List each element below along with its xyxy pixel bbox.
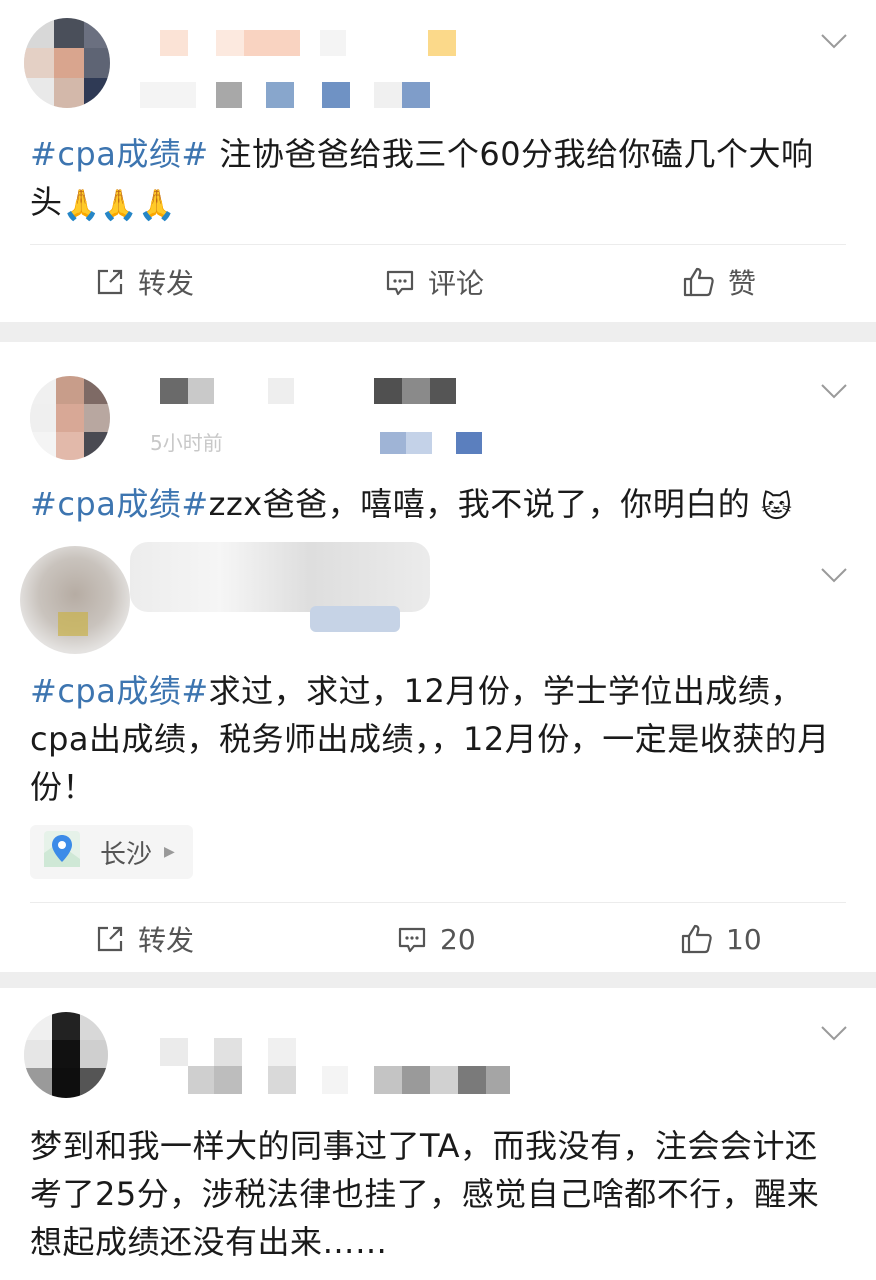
post-meta-blurred: 5小时前	[150, 430, 490, 456]
chevron-down-icon[interactable]	[820, 1024, 848, 1044]
chevron-down-icon[interactable]	[820, 32, 848, 52]
like-button[interactable]: 10	[680, 909, 762, 969]
action-bar: 转发 20 10	[0, 909, 876, 969]
post-time: 5小时前	[150, 431, 223, 455]
avatar[interactable]	[20, 546, 130, 654]
location-label: 长沙	[100, 839, 153, 870]
post-content: #cpa成绩# 注协爸爸给我三个60分我给你磕几个大响头🙏🙏🙏	[30, 130, 846, 230]
comment-icon	[384, 266, 416, 298]
cat-emoji: 🐱	[760, 490, 793, 525]
repost-label: 转发	[138, 267, 195, 300]
comment-button[interactable]: 20	[396, 909, 476, 969]
like-icon	[680, 922, 714, 956]
chevron-down-icon[interactable]	[820, 382, 848, 402]
post-card: 5小时前 #cpa成绩#zzx爸爸，嘻嘻，我不说了，你明白的 🐱 #cpa成绩#…	[0, 342, 876, 972]
feed-separator	[0, 322, 876, 342]
username-blurred[interactable]	[160, 28, 460, 58]
repost-button[interactable]: 转发	[94, 909, 194, 969]
topic-tag[interactable]: #cpa成绩#	[30, 135, 209, 173]
post-text: zzx爸爸，嘻嘻，我不说了，你明白的	[208, 485, 751, 523]
repost-button[interactable]: 转发	[94, 252, 194, 312]
comment-button[interactable]: 评论	[384, 252, 484, 312]
username-blurred[interactable]	[160, 376, 460, 406]
like-count: 10	[726, 922, 762, 956]
like-icon	[682, 265, 716, 299]
comment-label: 评论	[428, 267, 485, 300]
avatar[interactable]	[30, 376, 110, 460]
avatar[interactable]	[24, 18, 110, 108]
post-card: #cpa成绩# 注协爸爸给我三个60分我给你磕几个大响头🙏🙏🙏 转发 评论 赞	[0, 0, 876, 322]
comment-icon	[396, 923, 428, 955]
location-tag[interactable]: 长沙 ▶	[30, 825, 193, 879]
comment-count: 20	[440, 922, 476, 956]
divider	[30, 902, 846, 903]
repost-icon	[94, 923, 126, 955]
pray-emoji: 🙏🙏🙏	[62, 188, 177, 223]
avatar[interactable]	[24, 1012, 108, 1098]
like-button[interactable]: 赞	[682, 252, 756, 312]
username-blurred[interactable]	[130, 542, 430, 632]
post-content: #cpa成绩#zzx爸爸，嘻嘻，我不说了，你明白的 🐱	[30, 480, 846, 532]
topic-tag[interactable]: #cpa成绩#	[30, 672, 209, 710]
post-content: 梦到和我一样大的同事过了TA，而我没有，注会会计还考了25分，涉税法律也挂了，感…	[30, 1122, 846, 1266]
divider	[30, 244, 846, 245]
post-content: #cpa成绩#求过，求过，12月份，学士学位出成绩，cpa出成绩，税务师出成绩，…	[30, 667, 846, 811]
username-blurred[interactable]	[160, 1038, 520, 1098]
chevron-down-icon[interactable]	[820, 566, 848, 586]
chevron-right-icon: ▶	[164, 844, 175, 860]
feed-separator	[0, 972, 876, 988]
action-bar: 转发 评论 赞	[0, 252, 876, 312]
location-pin-icon	[42, 829, 82, 876]
post-meta-blurred	[140, 82, 440, 108]
post-text: 梦到和我一样大的同事过了TA，而我没有，注会会计还考了25分，涉税法律也挂了，感…	[30, 1127, 820, 1261]
post-card: 梦到和我一样大的同事过了TA，而我没有，注会会计还考了25分，涉税法律也挂了，感…	[0, 988, 876, 1280]
repost-label: 转发	[138, 924, 195, 957]
topic-tag[interactable]: #cpa成绩#	[30, 485, 209, 523]
like-label: 赞	[728, 267, 757, 300]
repost-icon	[94, 266, 126, 298]
